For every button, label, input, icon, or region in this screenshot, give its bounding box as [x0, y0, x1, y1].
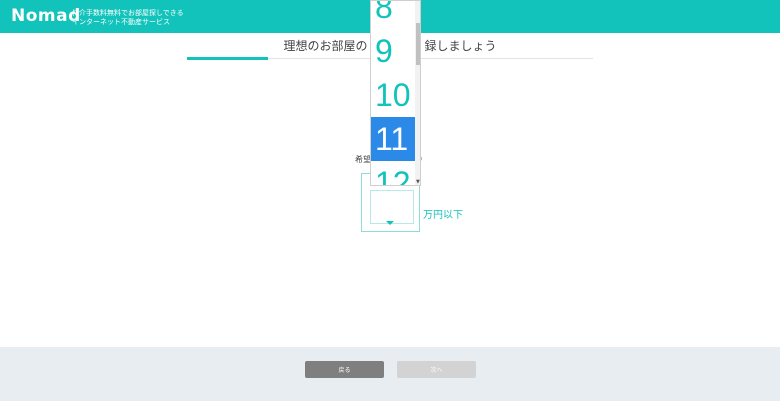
budget-dropdown-list[interactable]: 8 9 10 11 12 ▼ — [370, 0, 421, 186]
nomad-logo[interactable]: Nomad — [11, 6, 81, 26]
progress-bar-fill — [187, 57, 268, 60]
dropdown-option-8[interactable]: 8 — [371, 1, 415, 29]
next-button[interactable]: 次へ — [397, 361, 476, 378]
tagline-line-1: 仲介手数料無料でお部屋探しできる — [72, 9, 184, 17]
chevron-down-icon — [386, 221, 394, 225]
back-button[interactable]: 戻る — [305, 361, 384, 378]
dropdown-option-12[interactable]: 12 — [371, 161, 415, 185]
site-tagline: 仲介手数料無料でお部屋探しできる インターネット不動産サービス — [72, 9, 184, 27]
dropdown-option-10[interactable]: 10 — [371, 73, 415, 117]
budget-label: 希望 — [355, 155, 371, 164]
footer-bar — [0, 347, 780, 401]
step-title-left: 理想のお部屋の — [283, 39, 368, 53]
dropdown-option-9[interactable]: 9 — [371, 29, 415, 73]
dropdown-option-11[interactable]: 11 — [371, 117, 415, 161]
scroll-down-icon[interactable]: ▼ — [416, 179, 420, 185]
dropdown-scroll-thumb[interactable] — [416, 23, 420, 65]
page: Nomad 仲介手数料無料でお部屋探しできる インターネット不動産サービス 理想… — [0, 0, 780, 401]
step-title-right: 録しましょう — [424, 39, 497, 53]
budget-unit: 万円以下 — [423, 210, 463, 221]
budget-select-value-box — [370, 190, 414, 224]
tagline-line-2: インターネット不動産サービス — [72, 18, 170, 26]
